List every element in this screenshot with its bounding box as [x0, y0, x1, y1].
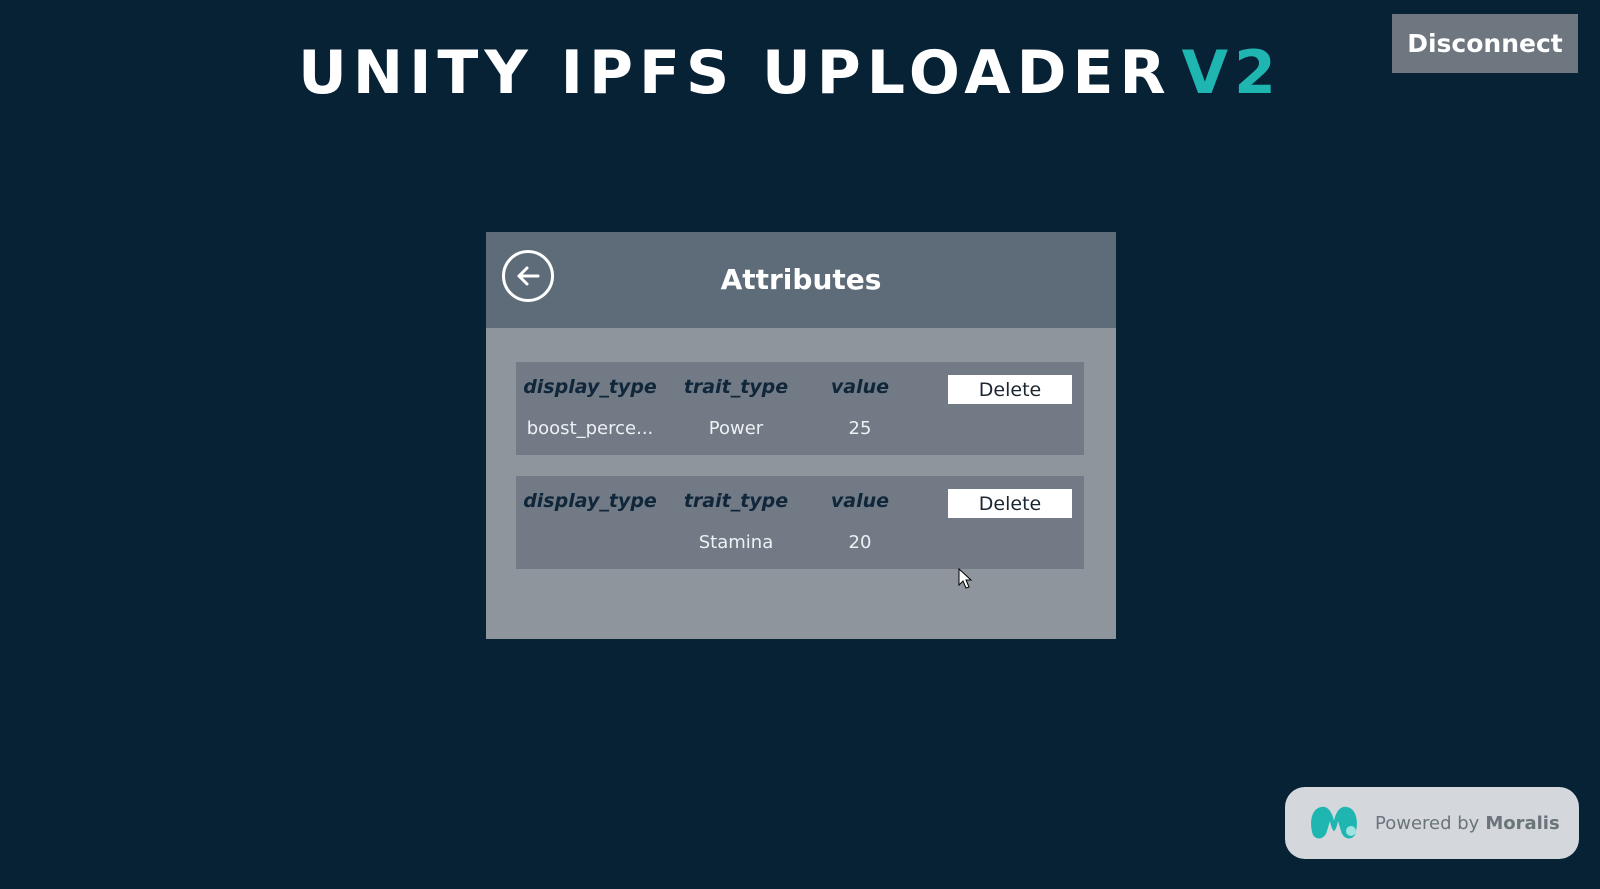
- value-header: value: [830, 490, 890, 512]
- app-title-main: UNITY IPFS UPLOADER: [298, 38, 1172, 108]
- back-button[interactable]: [502, 250, 554, 302]
- app-title-version: V2: [1181, 38, 1282, 108]
- disconnect-button[interactable]: Disconnect: [1392, 14, 1578, 73]
- panel-header: Attributes: [486, 232, 1116, 328]
- value-header: value: [830, 376, 890, 398]
- trait-type-header: trait_type: [683, 376, 789, 398]
- mouse-cursor-icon: [958, 568, 973, 589]
- attribute-value: 20: [848, 532, 872, 553]
- attribute-card: display_type trait_type value Delete Sta…: [516, 476, 1084, 569]
- app-title: UNITY IPFS UPLOADER V2: [0, 38, 1600, 108]
- arrow-left-circle-icon: [517, 266, 540, 286]
- attribute-value: 25: [848, 418, 872, 439]
- powered-by-badge[interactable]: Powered by Moralis: [1285, 787, 1579, 859]
- trait-type-header: trait_type: [683, 490, 789, 512]
- trait-type-value: Power: [708, 418, 764, 439]
- powered-by-label: Powered by: [1375, 812, 1480, 834]
- display-type-header: display_type: [523, 490, 657, 512]
- trait-type-value: Stamina: [698, 532, 774, 553]
- delete-button[interactable]: Delete: [948, 375, 1072, 404]
- panel-title: Attributes: [720, 263, 882, 296]
- attributes-panel: Attributes display_type trait_type value…: [486, 232, 1116, 639]
- moralis-logo-icon: [1307, 801, 1361, 845]
- delete-button[interactable]: Delete: [948, 489, 1072, 518]
- attribute-card: display_type trait_type value Delete boo…: [516, 362, 1084, 455]
- display-type-value: boost_perce...: [526, 418, 654, 439]
- powered-by-brand: Moralis: [1485, 812, 1560, 834]
- display-type-header: display_type: [523, 376, 657, 398]
